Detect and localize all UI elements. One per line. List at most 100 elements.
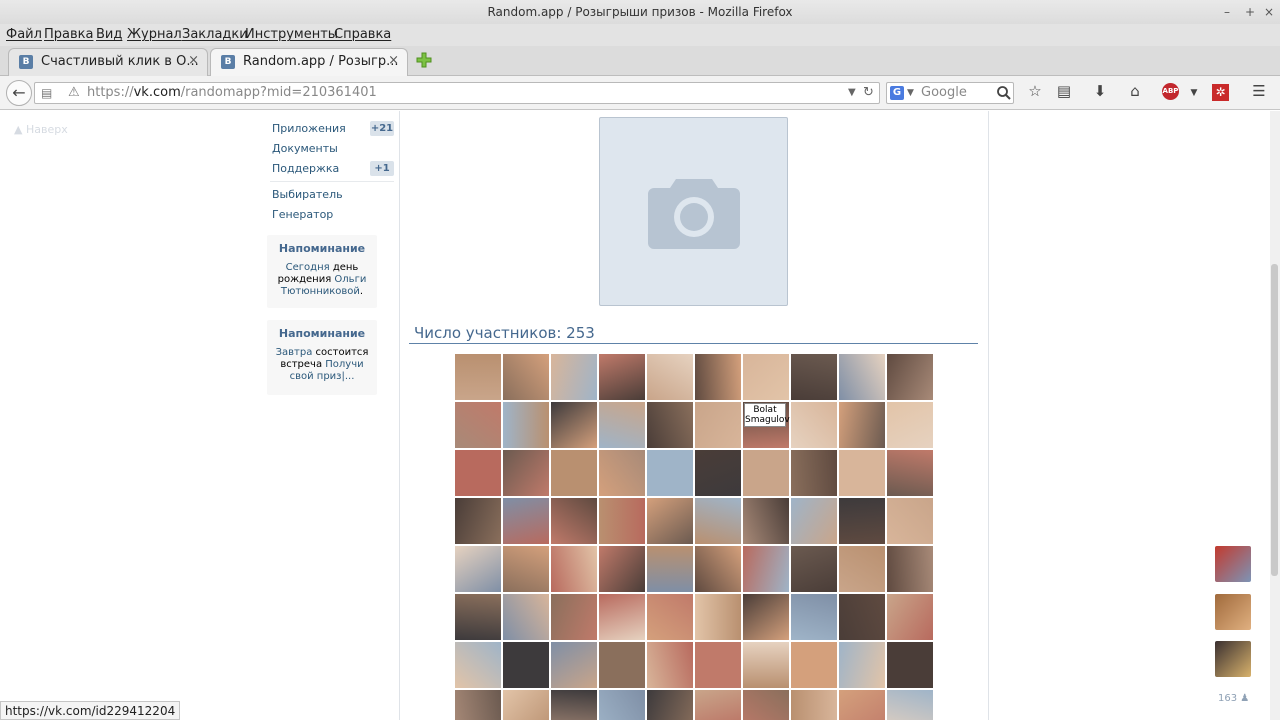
participant-avatar[interactable] [887,642,933,688]
support-count-badge[interactable]: +1 [370,161,394,176]
new-tab-plus-icon[interactable] [416,52,432,68]
participant-avatar[interactable] [839,594,885,640]
participant-avatar[interactable] [647,402,693,448]
url-bar[interactable]: ▤ ⚠ https://vk.com/randomapp?mid=2103614… [34,82,880,104]
participant-avatar[interactable] [791,642,837,688]
participant-avatar[interactable] [455,450,501,496]
menu-file[interactable]: Файл [6,27,42,42]
menu-support-link[interactable]: Поддержка [272,162,339,175]
participant-avatar[interactable] [503,546,549,592]
participant-avatar[interactable] [503,450,549,496]
menu-edit[interactable]: Правка [44,27,93,42]
adblock-icon[interactable]: ABP [1162,83,1179,100]
participant-avatar[interactable] [887,402,933,448]
participant-avatar[interactable] [887,690,933,720]
participant-avatar[interactable] [791,690,837,720]
menu-history[interactable]: Журнал [127,27,182,42]
scrollbar-thumb[interactable] [1271,264,1278,576]
participant-avatar[interactable] [599,354,645,400]
menu-generator-link[interactable]: Генератор [272,208,333,221]
participant-avatar[interactable] [503,402,549,448]
participant-avatar[interactable] [551,594,597,640]
participant-avatar[interactable] [599,594,645,640]
friend-avatar[interactable] [1215,546,1251,582]
participant-avatar[interactable] [887,594,933,640]
participant-avatar[interactable] [887,354,933,400]
participant-avatar[interactable] [551,402,597,448]
minimize-button[interactable]: – [1224,0,1230,24]
apps-count-badge[interactable]: +21 [370,121,394,136]
participant-avatar[interactable] [695,498,741,544]
back-to-top-link[interactable]: ▲ Наверх [14,123,68,136]
participant-avatar[interactable] [599,546,645,592]
reload-icon[interactable]: ↻ [863,83,874,103]
participant-avatar[interactable] [599,402,645,448]
download-icon[interactable]: ⬇ [1091,82,1109,100]
participant-avatar[interactable] [791,354,837,400]
participant-avatar[interactable] [551,690,597,720]
maximize-button[interactable]: + [1245,0,1255,24]
participant-avatar[interactable] [455,546,501,592]
close-tab-icon[interactable]: × [388,53,399,68]
hamburger-menu-icon[interactable]: ☰ [1250,82,1268,100]
participant-avatar[interactable] [887,498,933,544]
participant-avatar[interactable] [743,450,789,496]
participant-avatar[interactable] [695,690,741,720]
participant-avatar[interactable] [695,594,741,640]
participant-avatar[interactable] [503,594,549,640]
app-photo-placeholder[interactable] [599,117,788,306]
friend-avatar[interactable] [1215,594,1251,630]
reminder-tomorrow-link[interactable]: Завтра [276,347,313,358]
participant-avatar[interactable] [839,546,885,592]
participant-avatar[interactable] [551,546,597,592]
participant-avatar[interactable] [551,498,597,544]
participant-avatar[interactable] [791,402,837,448]
participant-avatar[interactable] [791,546,837,592]
participant-avatar[interactable] [455,690,501,720]
tab-lucky-click[interactable]: В Счастливый клик в О... × [8,48,208,76]
menu-apps-link[interactable]: Приложения [272,122,346,135]
participant-avatar[interactable] [743,546,789,592]
search-icon[interactable] [996,85,1012,101]
participant-avatar[interactable] [455,594,501,640]
url-text[interactable]: https://vk.com/randomapp?mid=210361401 [87,83,377,103]
menu-tools[interactable]: Инструменты [245,27,338,42]
close-window-button[interactable]: × [1264,0,1274,24]
participant-avatar[interactable] [503,642,549,688]
search-bar[interactable]: G ▼ Google [886,82,1014,104]
addon-icon[interactable]: ✲ [1212,84,1229,101]
menu-view[interactable]: Вид [96,27,122,42]
participant-avatar[interactable] [887,546,933,592]
back-arrow-icon[interactable]: ← [6,80,32,106]
home-icon[interactable]: ⌂ [1126,82,1144,100]
participant-avatar[interactable] [743,690,789,720]
menu-documents-link[interactable]: Документы [272,142,338,155]
participant-avatar[interactable] [743,642,789,688]
participant-avatar[interactable] [647,546,693,592]
participant-avatar[interactable] [503,690,549,720]
participant-avatar[interactable] [839,402,885,448]
participant-avatar[interactable] [647,690,693,720]
participant-avatar[interactable] [503,354,549,400]
friend-avatar[interactable] [1215,641,1251,677]
participant-avatar[interactable] [647,450,693,496]
participant-avatar[interactable] [839,354,885,400]
participant-avatar[interactable] [599,450,645,496]
dropdown-icon[interactable]: ▼ [848,83,856,103]
participant-avatar[interactable] [551,354,597,400]
participant-avatar[interactable] [647,498,693,544]
participant-avatar[interactable] [455,642,501,688]
participant-avatar[interactable] [647,642,693,688]
participant-avatar[interactable] [647,594,693,640]
participant-avatar[interactable] [839,450,885,496]
menu-chooser-link[interactable]: Выбиратель [272,188,343,201]
participant-avatar[interactable] [455,354,501,400]
participant-avatar[interactable] [791,594,837,640]
participant-avatar[interactable] [791,498,837,544]
tab-random-app[interactable]: В Random.app / Розыгр... × [210,48,408,76]
participant-avatar[interactable] [599,498,645,544]
participant-avatar[interactable] [455,498,501,544]
participant-avatar[interactable] [599,690,645,720]
participant-avatar[interactable] [887,450,933,496]
search-engine-icon[interactable]: G [890,86,904,100]
